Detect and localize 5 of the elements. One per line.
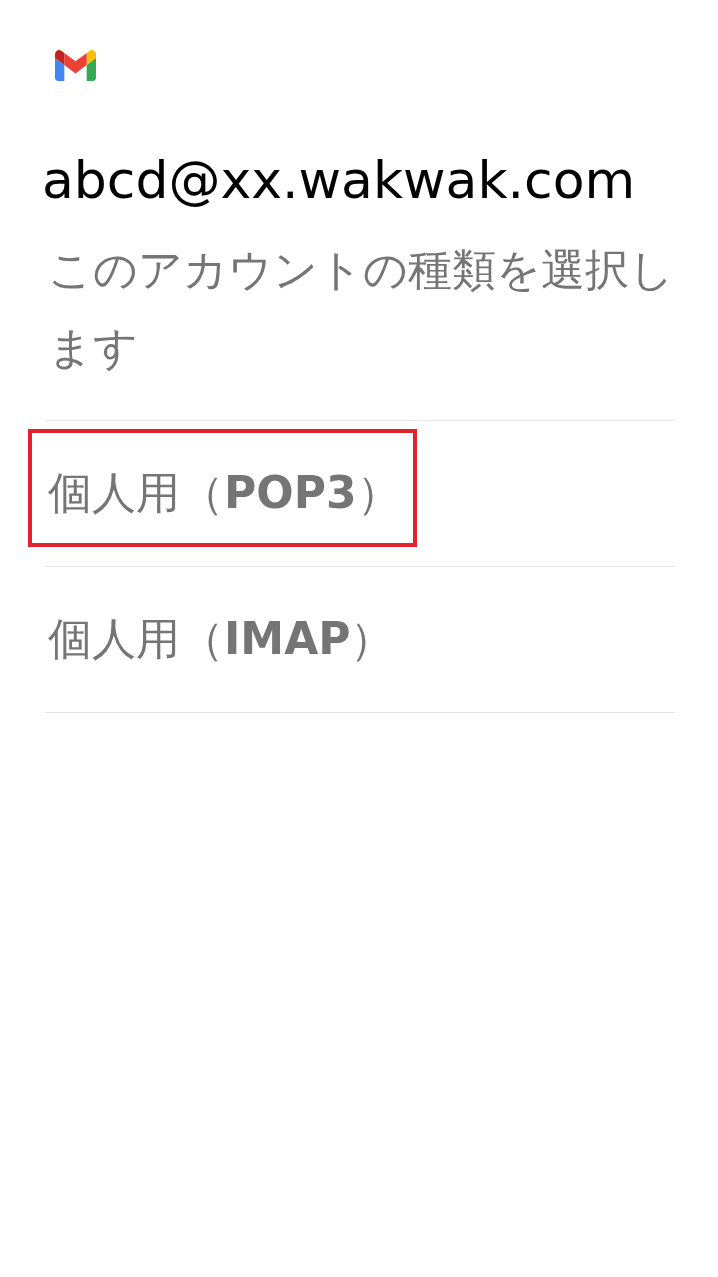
account-type-option[interactable]: 個人用（POP3）	[28, 429, 417, 547]
instruction-text: このアカウントの種類を選択します	[48, 243, 675, 375]
account-email: abcd@xx.wakwak.com	[42, 150, 637, 210]
account-type-option[interactable]: 個人用（IMAP）	[28, 575, 411, 693]
m-logo-icon	[55, 50, 96, 81]
